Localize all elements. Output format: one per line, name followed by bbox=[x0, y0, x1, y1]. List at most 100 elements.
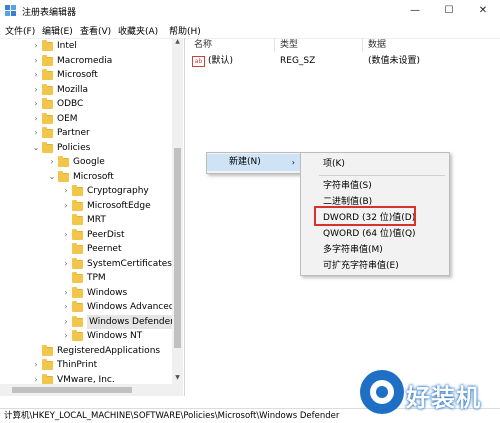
tree-node-label: Microsoft bbox=[57, 70, 98, 80]
expand-arrow-icon[interactable]: › bbox=[32, 112, 40, 126]
scroll-thumb[interactable] bbox=[174, 148, 181, 348]
minimize-button[interactable]: — bbox=[398, 0, 432, 22]
expand-arrow-icon[interactable]: › bbox=[62, 315, 70, 329]
tree-node[interactable]: ⌄ Policies bbox=[0, 141, 172, 155]
tree-node-label: MRT bbox=[87, 215, 106, 225]
tree-node-label: Microsoft bbox=[73, 171, 114, 182]
tree-node[interactable]: › Windows NT bbox=[0, 329, 172, 343]
column-header-type[interactable]: 类型 bbox=[280, 38, 298, 52]
menu-item-new[interactable]: 新建(N) › bbox=[207, 154, 303, 171]
value-name: (默认) bbox=[208, 56, 234, 66]
expand-arrow-icon[interactable]: › bbox=[62, 286, 70, 300]
expand-arrow-icon[interactable]: › bbox=[62, 228, 70, 242]
value-data: (数值未设置) bbox=[368, 56, 421, 66]
tree-node-label: Windows NT bbox=[87, 331, 143, 341]
submenu-item[interactable]: 多字符串值(M) bbox=[301, 242, 449, 259]
expand-arrow-icon[interactable]: › bbox=[32, 126, 40, 140]
submenu-item-label: 项(K) bbox=[323, 159, 345, 169]
tree-node[interactable]: › Windows Advanced bbox=[0, 300, 175, 314]
tree-node[interactable]: › PeerDist bbox=[0, 228, 172, 242]
tree-vertical-scrollbar[interactable]: ▲ ▼ bbox=[172, 38, 183, 396]
expand-arrow-icon[interactable]: › bbox=[62, 257, 70, 271]
folder-icon bbox=[72, 257, 83, 269]
submenu-item[interactable]: 项(K) bbox=[301, 156, 449, 173]
tree-node[interactable]: › Microsoft bbox=[0, 68, 172, 82]
tree-node[interactable]: › Macromedia bbox=[0, 54, 172, 68]
tree-node[interactable]: TPM bbox=[0, 271, 172, 285]
regedit-icon bbox=[5, 5, 16, 16]
folder-icon bbox=[42, 40, 53, 51]
folder-icon bbox=[72, 214, 83, 225]
menu-separator bbox=[319, 175, 445, 176]
tree-node[interactable]: › ThinPrint bbox=[0, 358, 172, 372]
close-button[interactable]: ✕ bbox=[466, 0, 500, 22]
tree-node[interactable]: RegisteredApplications bbox=[0, 344, 172, 358]
context-menu: 新建(N) › bbox=[206, 152, 304, 174]
expand-arrow-icon[interactable]: › bbox=[62, 329, 70, 343]
submenu-item-label: QWORD (64 位)值(Q) bbox=[323, 229, 416, 239]
value-row-default[interactable]: ab (默认) REG_SZ (数值未设置) bbox=[186, 54, 446, 68]
tree-node[interactable]: › Intel bbox=[0, 39, 172, 53]
tree-node-label: Google bbox=[73, 157, 105, 167]
watermark-text: 好装机 bbox=[406, 384, 481, 412]
tree-node-label: ODBC bbox=[57, 99, 84, 109]
expand-arrow-icon[interactable]: › bbox=[32, 97, 40, 111]
scroll-down-arrow-icon[interactable]: ▼ bbox=[172, 374, 183, 384]
menu-help[interactable]: 帮助(H) bbox=[169, 24, 201, 37]
tree-node[interactable]: › Cryptography bbox=[0, 184, 172, 198]
tree-node[interactable]: MRT bbox=[0, 213, 172, 227]
column-separator[interactable] bbox=[362, 38, 363, 52]
submenu-item[interactable]: 可扩充字符串值(E) bbox=[301, 258, 449, 275]
menu-view[interactable]: 查看(V) bbox=[80, 24, 111, 37]
column-header-data[interactable]: 数据 bbox=[368, 38, 386, 52]
tree-node-label: TPM bbox=[87, 273, 106, 283]
expand-arrow-icon[interactable]: › bbox=[62, 199, 70, 213]
tree-node[interactable]: › Google bbox=[0, 155, 172, 169]
maximize-button[interactable]: ☐ bbox=[432, 0, 466, 22]
tree-node[interactable]: › SystemCertificates bbox=[0, 257, 172, 271]
tree-horizontal-scrollbar[interactable] bbox=[0, 384, 172, 396]
column-header-name[interactable]: 名称 bbox=[194, 38, 212, 52]
scroll-up-arrow-icon[interactable]: ▲ bbox=[172, 38, 183, 48]
tree-node[interactable]: › OEM bbox=[0, 112, 172, 126]
tree-node-label: RegisteredApplications bbox=[57, 345, 161, 356]
folder-icon bbox=[42, 141, 53, 153]
tree-node[interactable]: › ODBC bbox=[0, 97, 172, 111]
submenu-item[interactable]: 字符串值(S) bbox=[301, 178, 449, 195]
collapse-arrow-icon[interactable]: ⌄ bbox=[32, 141, 40, 155]
watermark-logo: 好装机 bbox=[360, 370, 500, 422]
folder-icon bbox=[72, 228, 83, 240]
tree-node-label: PeerDist bbox=[87, 229, 125, 240]
expand-arrow-icon[interactable]: › bbox=[48, 155, 56, 169]
column-separator[interactable] bbox=[274, 38, 275, 52]
tree-node[interactable]: › Mozilla bbox=[0, 83, 172, 97]
expand-arrow-icon[interactable]: › bbox=[62, 300, 70, 314]
tree-node[interactable]: › MicrosoftEdge bbox=[0, 199, 172, 213]
menu-bar: 文件(F) 编辑(E) 查看(V) 收藏夹(A) 帮助(H) bbox=[0, 22, 500, 39]
h-scroll-thumb[interactable] bbox=[12, 387, 132, 393]
tree-node[interactable]: Peernet bbox=[0, 242, 172, 256]
collapse-arrow-icon[interactable]: ⌄ bbox=[48, 170, 56, 184]
expand-arrow-icon[interactable]: › bbox=[32, 358, 40, 372]
menu-edit[interactable]: 编辑(E) bbox=[42, 24, 73, 37]
expand-arrow-icon[interactable]: › bbox=[32, 83, 40, 97]
folder-icon bbox=[72, 243, 83, 254]
folder-icon bbox=[42, 69, 53, 80]
folder-icon bbox=[42, 127, 53, 138]
submenu-item[interactable]: QWORD (64 位)值(Q) bbox=[301, 226, 449, 243]
expand-arrow-icon[interactable]: › bbox=[32, 68, 40, 82]
menu-favorites[interactable]: 收藏夹(A) bbox=[118, 24, 158, 37]
registry-path: 计算机\HKEY_LOCAL_MACHINE\SOFTWARE\Policies… bbox=[4, 411, 340, 421]
expand-arrow-icon[interactable]: › bbox=[32, 39, 40, 53]
submenu-item-label: 字符串值(S) bbox=[323, 181, 372, 191]
folder-icon bbox=[72, 315, 83, 327]
expand-arrow-icon[interactable]: › bbox=[32, 54, 40, 68]
tree-node[interactable]: › Windows bbox=[0, 286, 172, 300]
menu-file[interactable]: 文件(F) bbox=[5, 24, 35, 37]
tree-node[interactable]: ⌄ Microsoft bbox=[0, 170, 172, 184]
submenu-arrow-icon: › bbox=[291, 158, 295, 167]
folder-icon bbox=[42, 359, 53, 370]
expand-arrow-icon[interactable]: › bbox=[62, 184, 70, 198]
tree-node[interactable]: › Windows Defender bbox=[0, 314, 176, 329]
tree-node[interactable]: › Partner bbox=[0, 126, 172, 140]
